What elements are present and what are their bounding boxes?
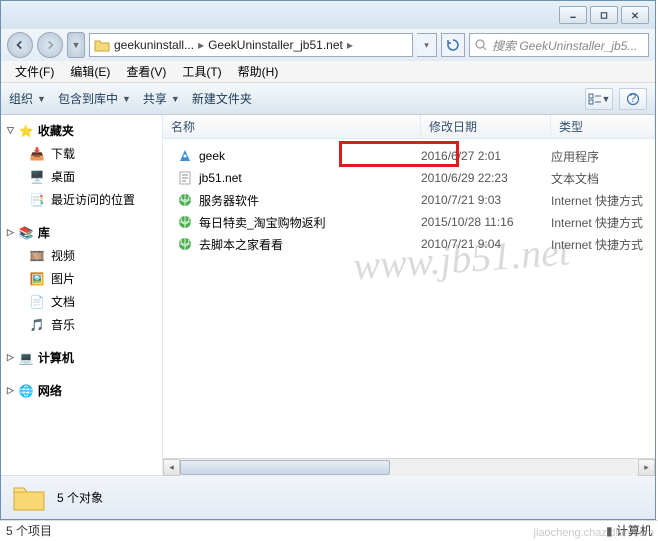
file-icon: [177, 170, 193, 186]
body-pane: ▽⭐收藏夹 📥下载 🖥️桌面 📑最近访问的位置 ▷📚库 🎞️视频 🖼️图片 📄文…: [1, 115, 655, 475]
back-button[interactable]: [7, 32, 33, 58]
file-icon: [177, 236, 193, 252]
explorer-window: ▼ geekuninstall... ▸ GeekUninstaller_jb5…: [0, 0, 656, 520]
file-icon: [177, 214, 193, 230]
file-row[interactable]: 服务器软件 2010/7/21 9:03Internet 快捷方式: [163, 189, 655, 211]
address-bar: ▼ geekuninstall... ▸ GeekUninstaller_jb5…: [1, 29, 655, 61]
maximize-button[interactable]: [590, 6, 618, 24]
file-icon: [177, 192, 193, 208]
svg-text:?: ?: [630, 92, 637, 105]
file-row[interactable]: 每日特卖_淘宝购物返利 2015/10/28 11:16Internet 快捷方式: [163, 211, 655, 233]
file-list-area: 名称 修改日期 类型 geek 2016/6/27 2:01应用程序 jb51.ne…: [163, 115, 655, 475]
file-date: 2016/6/27 2:01: [421, 149, 551, 163]
file-rows: geek 2016/6/27 2:01应用程序 jb51.net 2010/6/29 …: [163, 139, 655, 458]
file-name: 每日特卖_淘宝购物返利: [199, 214, 326, 231]
file-date: 2015/10/28 11:16: [421, 215, 551, 229]
file-icon: [177, 148, 193, 164]
scroll-track[interactable]: [180, 459, 638, 476]
share-button[interactable]: 共享 ▼: [143, 90, 180, 107]
nav-recent[interactable]: 📑最近访问的位置: [1, 188, 162, 211]
menu-tools[interactable]: 工具(T): [174, 61, 229, 82]
file-row[interactable]: geek 2016/6/27 2:01应用程序: [163, 145, 655, 167]
breadcrumb[interactable]: geekuninstall... ▸ GeekUninstaller_jb51.…: [89, 33, 413, 57]
nav-downloads[interactable]: 📥下载: [1, 142, 162, 165]
nav-pictures[interactable]: 🖼️图片: [1, 267, 162, 290]
organize-button[interactable]: 组织 ▼: [9, 90, 46, 107]
view-options-button[interactable]: ▼: [585, 88, 613, 110]
file-row[interactable]: jb51.net 2010/6/29 22:23文本文档: [163, 167, 655, 189]
file-type: Internet 快捷方式: [551, 214, 655, 231]
nav-videos[interactable]: 🎞️视频: [1, 244, 162, 267]
file-date: 2010/7/21 9:03: [421, 193, 551, 207]
folder-large-icon: [11, 480, 47, 516]
toolbar: 组织 ▼ 包含到库中 ▼ 共享 ▼ 新建文件夹 ▼ ?: [1, 83, 655, 115]
music-icon: 🎵: [29, 317, 45, 333]
file-type: 文本文档: [551, 170, 655, 187]
menu-help[interactable]: 帮助(H): [230, 61, 287, 82]
file-name: 服务器软件: [199, 192, 259, 209]
refresh-button[interactable]: [441, 33, 465, 57]
file-date: 2010/6/29 22:23: [421, 171, 551, 185]
horizontal-scrollbar[interactable]: ◂ ▸: [163, 458, 655, 475]
recent-icon: 📑: [29, 192, 45, 208]
menu-view[interactable]: 查看(V): [118, 61, 174, 82]
file-name: 去脚本之家看看: [199, 236, 283, 253]
address-dropdown[interactable]: ▾: [417, 33, 437, 57]
menu-edit[interactable]: 编辑(E): [62, 61, 118, 82]
close-button[interactable]: [621, 6, 649, 24]
search-input[interactable]: 搜索 GeekUninstaller_jb5...: [469, 33, 649, 57]
libraries-group[interactable]: ▷📚库: [1, 221, 162, 244]
scroll-thumb[interactable]: [180, 460, 390, 475]
scroll-left-button[interactable]: ◂: [163, 459, 180, 476]
titlebar: [1, 1, 655, 29]
star-icon: ⭐: [18, 123, 34, 139]
minimize-button[interactable]: [559, 6, 587, 24]
menu-bar: 文件(F) 编辑(E) 查看(V) 工具(T) 帮助(H): [1, 61, 655, 83]
corner-watermark: jiaocheng.chazidian.com: [534, 527, 654, 539]
folder-icon: [94, 37, 110, 53]
preview-label: 5 个对象: [57, 489, 103, 506]
nav-documents[interactable]: 📄文档: [1, 290, 162, 313]
file-row[interactable]: 去脚本之家看看 2010/7/21 9:04Internet 快捷方式: [163, 233, 655, 255]
col-date[interactable]: 修改日期: [421, 115, 551, 138]
computer-icon: 💻: [18, 350, 34, 366]
document-icon: 📄: [29, 294, 45, 310]
crumb-1[interactable]: geekuninstall...: [114, 38, 194, 52]
file-date: 2010/7/21 9:04: [421, 237, 551, 251]
nav-desktop[interactable]: 🖥️桌面: [1, 165, 162, 188]
search-placeholder: 搜索 GeekUninstaller_jb5...: [492, 37, 637, 54]
file-type: Internet 快捷方式: [551, 236, 655, 253]
chevron-right-icon: ▸: [347, 38, 353, 52]
forward-button[interactable]: [37, 32, 63, 58]
file-name: jb51.net: [199, 171, 242, 185]
navigation-pane: ▽⭐收藏夹 📥下载 🖥️桌面 📑最近访问的位置 ▷📚库 🎞️视频 🖼️图片 📄文…: [1, 115, 163, 475]
network-icon: 🌐: [18, 383, 34, 399]
chevron-right-icon: ▸: [198, 38, 204, 52]
menu-file[interactable]: 文件(F): [7, 61, 62, 82]
file-type: 应用程序: [551, 148, 655, 165]
col-name[interactable]: 名称: [163, 115, 421, 138]
details-pane: 5 个对象: [1, 475, 655, 519]
nav-music[interactable]: 🎵音乐: [1, 313, 162, 336]
file-name: geek: [199, 149, 225, 163]
picture-icon: 🖼️: [29, 271, 45, 287]
desktop-icon: 🖥️: [29, 169, 45, 185]
library-icon: 📚: [18, 225, 34, 241]
history-dropdown[interactable]: ▼: [67, 32, 85, 58]
favorites-group[interactable]: ▽⭐收藏夹: [1, 119, 162, 142]
help-button[interactable]: ?: [619, 88, 647, 110]
col-type[interactable]: 类型: [551, 115, 655, 138]
video-icon: 🎞️: [29, 248, 45, 264]
network-group[interactable]: ▷🌐网络: [1, 379, 162, 402]
include-library-button[interactable]: 包含到库中 ▼: [58, 90, 131, 107]
computer-group[interactable]: ▷💻计算机: [1, 346, 162, 369]
crumb-2[interactable]: GeekUninstaller_jb51.net: [208, 38, 343, 52]
status-left: 5 个项目: [6, 522, 52, 539]
new-folder-button[interactable]: 新建文件夹: [192, 90, 252, 107]
file-type: Internet 快捷方式: [551, 192, 655, 209]
scroll-right-button[interactable]: ▸: [638, 459, 655, 476]
download-icon: 📥: [29, 146, 45, 162]
column-header: 名称 修改日期 类型: [163, 115, 655, 139]
